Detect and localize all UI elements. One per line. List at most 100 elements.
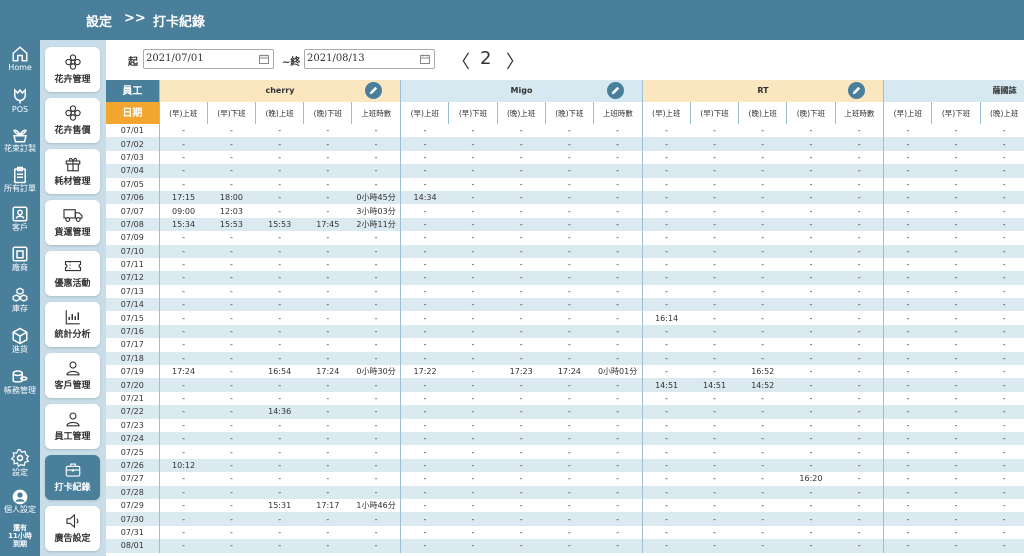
time-cell: - xyxy=(448,405,498,419)
time-cell: - xyxy=(351,284,401,299)
time-cell: - xyxy=(738,298,787,312)
edit-button[interactable] xyxy=(365,82,383,99)
time-cell: - xyxy=(545,150,594,165)
time-cell: - xyxy=(255,472,304,486)
menu-statistics[interactable]: 統計分析 xyxy=(45,302,100,347)
rail-bouquet[interactable]: 花束訂製 xyxy=(0,126,40,154)
time-cell: - xyxy=(738,284,787,299)
time-cell: - xyxy=(448,498,498,513)
calendar-icon[interactable] xyxy=(258,53,270,65)
time-cell: - xyxy=(448,365,498,379)
menu-attendance-records[interactable]: 打卡紀錄 xyxy=(45,455,100,500)
calendar-icon[interactable] xyxy=(419,53,431,65)
rail-vendors[interactable]: 廠商 xyxy=(0,245,40,273)
time-cell: - xyxy=(545,137,594,151)
time-cell: - xyxy=(448,311,498,325)
subcolumn-header: (晚)上班 xyxy=(255,102,305,124)
time-cell: - xyxy=(690,498,739,513)
time-cell: - xyxy=(255,431,304,446)
rail-profile[interactable]: 個人設定 xyxy=(0,489,40,515)
time-cell: - xyxy=(207,271,256,285)
time-cell: - xyxy=(303,418,352,432)
edit-button[interactable] xyxy=(606,82,624,99)
time-cell: - xyxy=(883,231,932,245)
time-cell: - xyxy=(497,271,546,285)
time-cell: - xyxy=(207,539,256,553)
menu-employee-management[interactable]: 員工管理 xyxy=(45,404,100,449)
menu-promotions[interactable]: 優惠活動 xyxy=(45,251,100,296)
rail-customers[interactable]: 客戶 xyxy=(0,205,40,233)
time-cell: - xyxy=(207,351,256,366)
rail-home[interactable]: Home xyxy=(0,45,40,73)
table-row: 07/15----------16:14--------- xyxy=(106,311,1024,325)
row-date: 07/07 xyxy=(106,204,160,218)
time-cell: - xyxy=(835,257,884,272)
time-cell: - xyxy=(931,378,981,392)
menu-flower-management[interactable]: 花卉管理 xyxy=(45,47,100,92)
time-cell: - xyxy=(448,431,498,446)
subcolumn-header: (晚)下班 xyxy=(303,102,353,124)
menu-flower-price[interactable]: 花卉售價 xyxy=(45,98,100,143)
time-cell: - xyxy=(738,445,787,459)
expiry-line-1: 還有 xyxy=(13,524,27,532)
time-cell: 17:24 xyxy=(545,365,594,379)
time-cell: - xyxy=(497,338,546,352)
time-cell: - xyxy=(835,445,884,459)
time-cell: - xyxy=(255,204,304,218)
time-cell: - xyxy=(400,405,449,419)
next-page-button[interactable]: 〉 xyxy=(506,48,524,74)
time-cell: 14:51 xyxy=(641,378,691,392)
rail-label: 庫存 xyxy=(12,304,28,313)
rail-label: 花束訂製 xyxy=(4,144,36,153)
tulip-icon xyxy=(14,88,26,104)
breadcrumb-section[interactable]: 設定 xyxy=(86,11,112,30)
rail-accounting[interactable]: 帳務管理 xyxy=(0,368,40,396)
menu-supplies[interactable]: 耗材管理 xyxy=(45,149,100,194)
time-cell: 14:36 xyxy=(255,405,304,419)
end-date-input[interactable]: 2021/08/13 xyxy=(304,49,435,69)
time-cell: - xyxy=(448,458,498,473)
menu-shipping[interactable]: 貨運管理 xyxy=(45,200,100,245)
rail-settings[interactable]: 設定 xyxy=(0,448,40,478)
start-date-input[interactable]: 2021/07/01 xyxy=(143,49,274,69)
package-icon xyxy=(12,327,28,345)
time-cell: - xyxy=(931,137,981,151)
menu-label: 客戶管理 xyxy=(54,381,91,391)
time-cell: - xyxy=(786,498,836,513)
time-cell: - xyxy=(931,365,981,379)
table-row: 08/01-------------------- xyxy=(106,539,1024,553)
rail-purchase[interactable]: 進貨 xyxy=(0,327,40,355)
rail-orders[interactable]: 所有訂單 xyxy=(0,166,40,194)
edit-button[interactable] xyxy=(848,82,866,99)
menu-ad-settings[interactable]: 廣告設定 xyxy=(45,506,100,551)
time-cell: - xyxy=(207,498,256,513)
time-cell: - xyxy=(255,284,304,299)
time-cell: - xyxy=(690,271,739,285)
table-row: 07/27-------------16:20------ xyxy=(106,472,1024,486)
time-cell: - xyxy=(690,284,739,299)
rail-inventory[interactable]: 庫存 xyxy=(0,286,40,314)
time-cell: - xyxy=(400,378,449,392)
time-cell: - xyxy=(158,431,208,446)
table-row: 07/28-------------------- xyxy=(106,485,1024,499)
time-cell: - xyxy=(545,217,594,232)
employee-header-label: 員工 xyxy=(106,80,160,102)
time-cell: - xyxy=(448,137,498,151)
time-cell: - xyxy=(883,405,932,419)
prev-page-button[interactable]: 〈 xyxy=(452,48,470,74)
time-cell: - xyxy=(786,271,836,285)
time-cell: - xyxy=(497,190,546,205)
time-cell: - xyxy=(883,539,932,553)
time-cell: - xyxy=(593,418,643,432)
time-cell: - xyxy=(351,324,401,339)
rail-pos[interactable]: POS xyxy=(0,87,40,115)
time-cell: - xyxy=(690,418,739,432)
time-cell: - xyxy=(931,498,981,513)
time-cell: - xyxy=(400,271,449,285)
time-cell: - xyxy=(158,244,208,258)
table-row: 07/05-------------------- xyxy=(106,177,1024,191)
time-cell: - xyxy=(545,391,594,406)
menu-customer-management[interactable]: 客戶管理 xyxy=(45,353,100,398)
time-cell: - xyxy=(738,244,787,258)
row-date: 07/17 xyxy=(106,338,160,352)
